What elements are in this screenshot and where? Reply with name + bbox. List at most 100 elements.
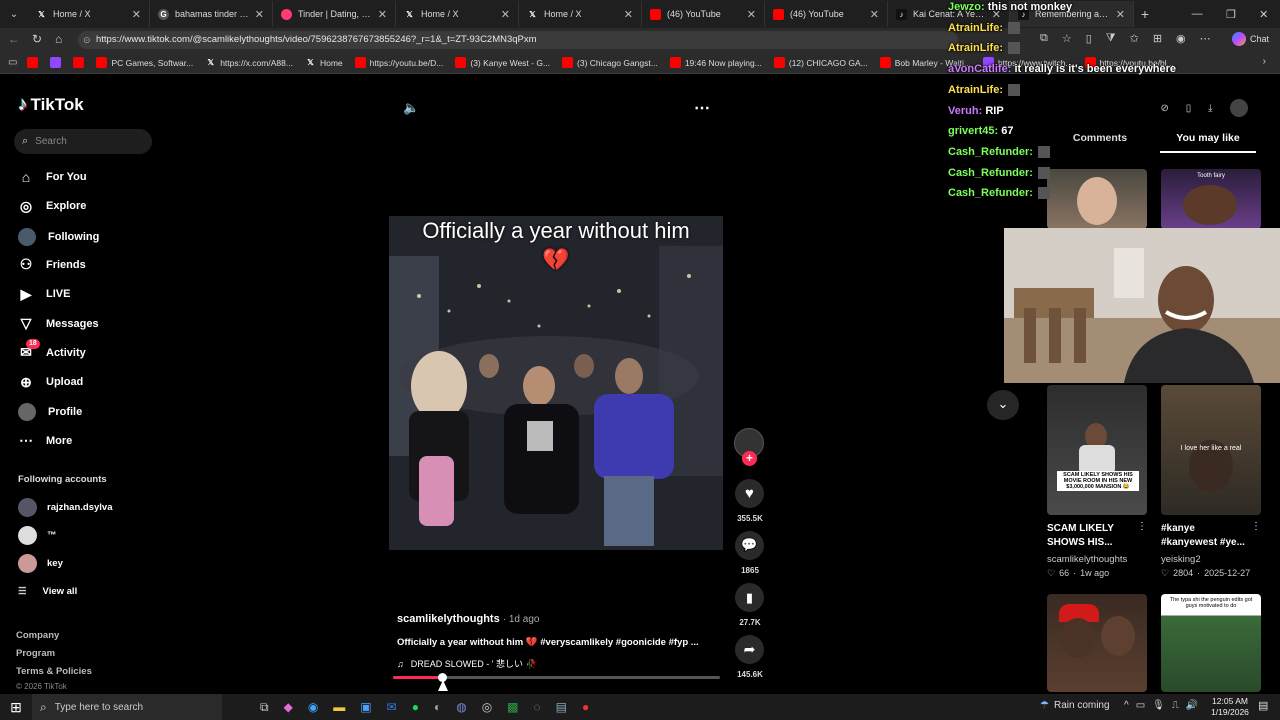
weather-widget[interactable]: ☂ Rain coming — [1040, 700, 1110, 711]
notepad-icon[interactable]: ▤ — [556, 700, 567, 714]
clock[interactable]: 12:05 AM 1/19/2026 — [1208, 696, 1252, 718]
nav-item-upload[interactable]: ⊕ Upload — [18, 374, 83, 390]
app-icon[interactable]: ● — [582, 700, 589, 714]
bookmarks-overflow-icon[interactable]: › — [1263, 56, 1266, 67]
new-tab-button[interactable]: + — [1134, 6, 1156, 22]
nav-item-following[interactable]: Following — [18, 227, 99, 246]
volume-icon[interactable]: 🔈 — [403, 100, 419, 116]
download-icon[interactable]: ⤓ — [1208, 103, 1212, 114]
collections-icon[interactable]: ⊞ — [1153, 32, 1162, 45]
battery-icon[interactable]: ▭ — [1136, 700, 1145, 711]
copilot-chat-button[interactable]: Chat — [1232, 32, 1269, 46]
bookmark-item[interactable]: https://youtu.be/D... — [354, 57, 443, 68]
bookmark-icon[interactable]: ▮ — [735, 583, 764, 612]
browser-tab[interactable]: 𝕏 Home / X ✕ — [519, 1, 642, 27]
browser-tab[interactable]: (46) YouTube ✕ — [642, 1, 765, 27]
app-icon[interactable]: ◌ — [534, 700, 541, 714]
network-icon[interactable]: ⎍ — [1172, 700, 1179, 711]
home-icon[interactable]: ⌂ — [55, 32, 62, 46]
suggestion-more-icon[interactable]: ⋮ — [1137, 521, 1147, 532]
bookmark-item[interactable]: (3) Chicago Gangst... — [562, 57, 658, 68]
tiktok-logo[interactable]: ♪ TikTok — [18, 94, 84, 116]
split-icon[interactable]: ▯ — [1086, 32, 1092, 45]
menu-dots-icon[interactable]: ⋯ — [1200, 32, 1211, 45]
tab-close-icon[interactable]: ✕ — [378, 8, 387, 21]
tray-chevron-icon[interactable]: ^ — [1124, 700, 1129, 711]
mic-icon[interactable]: 🎙 — [1152, 700, 1165, 711]
outlook-icon[interactable]: ✉ — [387, 700, 397, 714]
browser-tab[interactable]: Tinder | Dating, Make Fr ✕ — [273, 1, 396, 27]
footer-program-link[interactable]: Program — [16, 648, 55, 659]
suggestion-thumbnail[interactable] — [1047, 169, 1147, 229]
back-icon[interactable]: ← — [8, 32, 20, 46]
split-screen-icon[interactable]: ⧉ — [1040, 32, 1048, 45]
browser-tab[interactable]: 𝕏 Home / X ✕ — [396, 1, 519, 27]
bookmark-item[interactable]: PC Games, Softwar... — [96, 57, 193, 68]
bookmark-item[interactable]: (12) CHICAGO GA... — [773, 57, 868, 68]
volume-icon[interactable]: 🔊 — [1186, 700, 1198, 711]
view-all-link[interactable]: ☰ View all — [18, 586, 77, 597]
nav-item-more[interactable]: ⋯ More — [18, 432, 72, 449]
nav-item-live[interactable]: ▶ LIVE — [18, 286, 71, 302]
extensions-icon[interactable]: ⧩ — [1106, 32, 1116, 45]
tab-close-icon[interactable]: ✕ — [1116, 8, 1125, 21]
video-progress-bar[interactable] — [393, 673, 720, 682]
excel-icon[interactable]: ▩ — [507, 700, 518, 714]
video-more-options-icon[interactable]: ⋯ — [694, 98, 710, 118]
bookmark-item[interactable] — [27, 57, 39, 68]
suggestion-user[interactable]: yeisking2 — [1161, 554, 1201, 565]
tab-close-icon[interactable]: ✕ — [255, 8, 264, 21]
video-description[interactable]: Officially a year without him 💔 #verysca… — [397, 637, 717, 648]
taskbar-search-input[interactable]: ⌕ Type here to search — [32, 694, 222, 720]
nav-item-profile[interactable]: Profile — [18, 403, 82, 422]
app-icon[interactable]: ◐ — [434, 700, 441, 714]
footer-company-link[interactable]: Company — [16, 630, 59, 641]
comment-bubble-icon[interactable]: 💬 — [735, 531, 764, 560]
bookmark-item[interactable]: 𝕏https://x.com/A88... — [205, 57, 293, 68]
bookmarks-folder-icon[interactable]: ▭ — [8, 57, 17, 68]
suggestion-thumbnail[interactable]: The typa shi the penguin edits got guys … — [1161, 594, 1261, 692]
site-info-icon[interactable]: ⊙ — [83, 31, 91, 49]
following-account-item[interactable]: rajzhan.dsylva — [18, 498, 112, 517]
profile-avatar-icon[interactable]: ◉ — [1176, 32, 1186, 45]
browser-tab[interactable]: Gbahamas tinder - Goog ✕ — [150, 1, 273, 27]
suggestion-title[interactable]: #kanye #kanyewest #ye... — [1161, 522, 1249, 550]
footer-terms-link[interactable]: Terms & Policies — [16, 666, 92, 677]
nav-item-for-you[interactable]: ⌂ For You — [18, 169, 87, 185]
bookmark-item[interactable]: 𝕏 Home — [305, 57, 342, 68]
suggestion-more-icon[interactable]: ⋮ — [1251, 521, 1261, 532]
tab-list-chevron-icon[interactable]: ⌄ — [0, 1, 28, 27]
minimize-icon[interactable]: — — [1192, 8, 1203, 20]
bookmark-item[interactable]: (3) Kanye West - G... — [455, 57, 550, 68]
tab-close-icon[interactable]: ✕ — [501, 8, 510, 21]
close-window-icon[interactable]: ✕ — [1259, 8, 1268, 21]
nav-item-activity[interactable]: ✉ 18 Activity — [18, 338, 86, 361]
tab-close-icon[interactable]: ✕ — [624, 8, 633, 21]
tab-close-icon[interactable]: ✕ — [747, 8, 756, 21]
file-explorer-icon[interactable]: ▬ — [333, 700, 345, 714]
browser-tab[interactable]: (46) YouTube ✕ — [765, 1, 888, 27]
suggestion-thumbnail[interactable]: SCAM LIKELY SHOWS HIS MOVIE ROOM IN HIS … — [1047, 385, 1147, 515]
discord-icon[interactable]: ◍ — [456, 700, 466, 714]
favorites-icon[interactable]: ✩ — [1130, 32, 1139, 45]
star-icon[interactable]: ☆ — [1062, 32, 1072, 45]
nav-item-explore[interactable]: ◎ Explore — [18, 198, 86, 214]
suggestion-thumbnail[interactable]: I love her like a real — [1161, 385, 1261, 515]
nav-item-messages[interactable]: ▽ Messages — [18, 315, 99, 332]
video-author-link[interactable]: scamlikelythoughts — [397, 613, 500, 625]
following-account-item[interactable]: ™ — [18, 526, 57, 545]
autoscroll-icon[interactable]: ⊘ — [1160, 103, 1168, 114]
suggestion-title[interactable]: SCAM LIKELY SHOWS HIS... — [1047, 522, 1132, 550]
tab-you-may-like[interactable]: You may like — [1160, 132, 1256, 144]
tab-close-icon[interactable]: ✕ — [870, 8, 879, 21]
steam-icon[interactable]: ◎ — [482, 700, 492, 714]
bookmark-item[interactable]: 19:46 Now playing... — [669, 57, 762, 68]
suggestion-thumbnail[interactable] — [1047, 594, 1147, 692]
share-arrow-icon[interactable]: ➦ — [735, 635, 764, 664]
store-icon[interactable]: ▣ — [360, 700, 371, 714]
edge-icon[interactable]: ◉ — [308, 700, 318, 714]
task-view-icon[interactable]: ⧉ — [260, 700, 269, 715]
bookmark-item[interactable] — [50, 57, 62, 68]
windows-start-icon[interactable]: ⊞ — [0, 699, 32, 716]
nav-item-friends[interactable]: ⚇ Friends — [18, 256, 86, 273]
